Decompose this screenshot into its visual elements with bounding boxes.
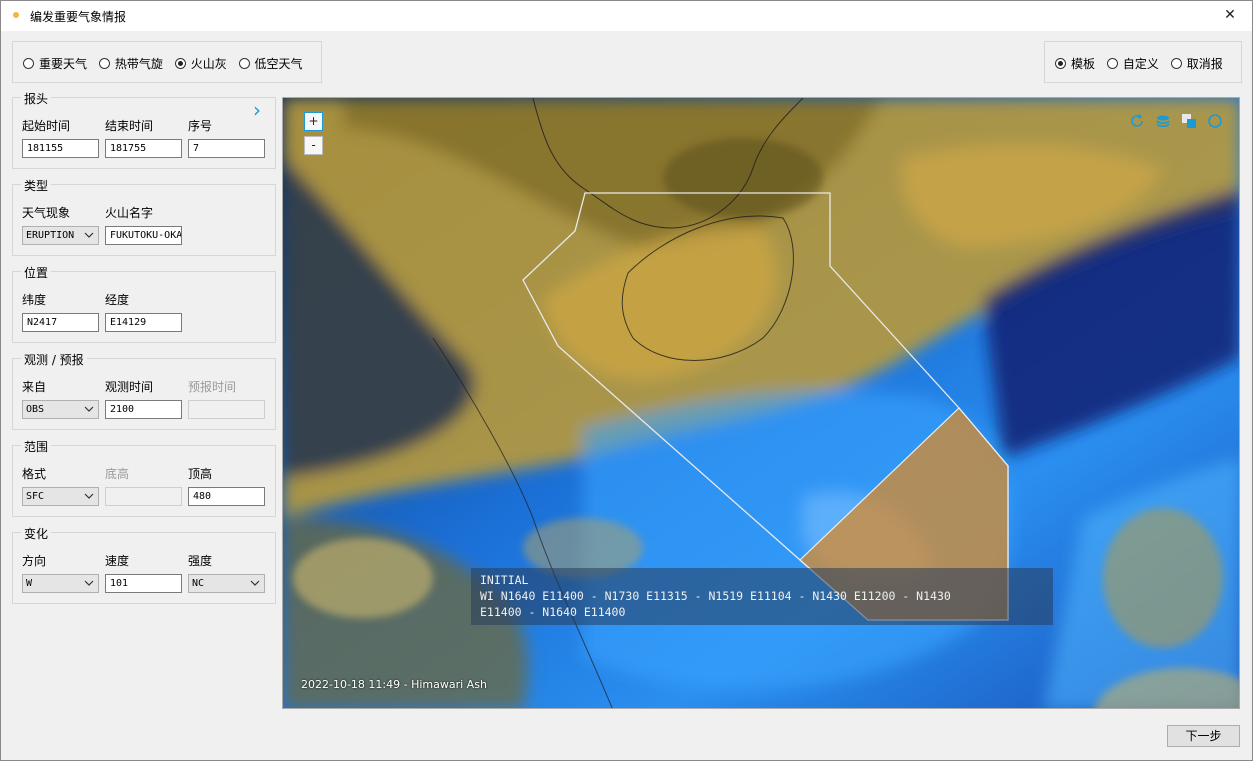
chevron-down-icon: [84, 580, 94, 586]
chevron-down-icon: [250, 580, 260, 586]
zoom-in-button[interactable]: +: [304, 112, 323, 131]
forecast-time-label: 预报时间: [188, 380, 237, 394]
sigmet-info-overlay: INITIAL WI N1640 E11400 - N1730 E11315 -…: [471, 568, 1053, 625]
sequence-label: 序号: [188, 119, 213, 133]
radio-dot: [23, 58, 34, 69]
phenomenon-label: 天气现象: [22, 206, 71, 220]
source-select[interactable]: OBS: [22, 400, 99, 419]
intensity-label: 强度: [188, 554, 213, 568]
zoom-out-button[interactable]: -: [304, 136, 323, 155]
direction-value: W: [26, 578, 33, 589]
radio-volcanic-ash[interactable]: 火山灰: [174, 55, 227, 72]
format-select[interactable]: SFC: [22, 487, 99, 506]
format-label: 格式: [22, 467, 47, 481]
latitude-input[interactable]: N2417: [22, 313, 99, 332]
mode-radio-group: 模板 自定义 取消报: [1044, 41, 1242, 83]
intensity-select[interactable]: NC: [188, 574, 265, 593]
radio-template[interactable]: 模板: [1055, 55, 1095, 72]
format-value: SFC: [26, 491, 45, 502]
radio-dot: [1106, 58, 1118, 69]
radio-dot-selected: [1055, 58, 1066, 69]
refresh-icon[interactable]: [1129, 113, 1145, 129]
copy-icon[interactable]: [1181, 113, 1197, 129]
longitude-label: 经度: [105, 293, 130, 307]
section-legend: 范围: [21, 438, 52, 455]
satellite-map[interactable]: + - INITIAL WI N1640 E11400 - N1730 E113…: [282, 97, 1240, 709]
observation-time-label: 观测时间: [105, 380, 154, 394]
radio-tropical-cyclone[interactable]: 热带气旋: [98, 55, 163, 72]
source-label: 来自: [22, 380, 47, 394]
position-section: 位置 纬度 经度 N2417 E14129: [12, 264, 276, 343]
close-icon[interactable]: ✕: [1207, 0, 1253, 31]
radio-low-level-weather[interactable]: 低空天气: [238, 55, 303, 72]
top-height-input[interactable]: 480: [188, 487, 265, 506]
phenomenon-select[interactable]: ERUPTION: [22, 226, 99, 245]
type-radio-group: 重要天气 热带气旋 火山灰 低空天气: [12, 41, 322, 83]
radio-dot: [238, 58, 250, 69]
volcano-name-label: 火山名字: [105, 206, 154, 220]
chevron-down-icon: [84, 493, 94, 499]
end-time-input[interactable]: 181755: [105, 139, 182, 158]
info-line-1: INITIAL: [480, 573, 529, 587]
radio-dot: [98, 58, 110, 69]
base-height-input: [105, 487, 182, 506]
radio-custom[interactable]: 自定义: [1106, 55, 1159, 72]
section-legend: 位置: [21, 264, 52, 281]
circle-icon[interactable]: [1207, 113, 1223, 129]
speed-label: 速度: [105, 554, 130, 568]
section-legend: 报头: [21, 90, 52, 107]
top-height-label: 顶高: [188, 467, 213, 481]
start-time-label: 起始时间: [22, 119, 71, 133]
latitude-label: 纬度: [22, 293, 47, 307]
header-section: 报头 › 起始时间 结束时间 序号 181155 181755 7: [12, 90, 276, 169]
expand-chevron-icon[interactable]: ›: [253, 100, 261, 120]
imagery-timestamp: 2022-10-18 11:49 - Himawari Ash: [301, 678, 487, 691]
source-value: OBS: [26, 404, 45, 415]
layers-icon[interactable]: [1155, 113, 1171, 129]
change-section: 变化 方向 速度 强度 W 101 NC: [12, 525, 276, 604]
section-legend: 类型: [21, 177, 52, 194]
longitude-input[interactable]: E14129: [105, 313, 182, 332]
direction-label: 方向: [22, 554, 47, 568]
radio-important-weather[interactable]: 重要天气: [23, 55, 87, 72]
range-section: 范围 格式 底高 顶高 SFC 480: [12, 438, 276, 517]
sequence-input[interactable]: 7: [188, 139, 265, 158]
info-line-3: E11400 - N1640 E11400: [480, 605, 626, 619]
speed-input[interactable]: 101: [105, 574, 182, 593]
category-section: 类型 天气现象 火山名字 ERUPTION FUKUTOKU-OKA-NO-BA: [12, 177, 276, 256]
radio-dot-selected: [174, 58, 186, 69]
end-time-label: 结束时间: [105, 119, 154, 133]
start-time-input[interactable]: 181155: [22, 139, 99, 158]
info-line-2: WI N1640 E11400 - N1730 E11315 - N1519 E…: [480, 589, 951, 603]
section-legend: 变化: [21, 525, 52, 542]
chevron-down-icon: [84, 232, 94, 238]
title-bar: 编发重要气象情报 ✕: [0, 0, 1253, 31]
app-logo-icon: [10, 10, 23, 18]
chevron-down-icon: [84, 406, 94, 412]
section-legend: 观测 / 预报: [21, 351, 87, 368]
radio-dot: [1170, 58, 1182, 69]
intensity-value: NC: [192, 578, 205, 589]
base-height-label: 底高: [105, 467, 130, 481]
next-button[interactable]: 下一步: [1167, 725, 1240, 747]
direction-select[interactable]: W: [22, 574, 99, 593]
observation-section: 观测 / 预报 来自 观测时间 预报时间 OBS 2100: [12, 351, 276, 430]
radio-cancel[interactable]: 取消报: [1170, 55, 1223, 72]
forecast-time-input: [188, 400, 265, 419]
observation-time-input[interactable]: 2100: [105, 400, 182, 419]
volcano-name-input[interactable]: FUKUTOKU-OKA-NO-BA: [105, 226, 182, 245]
window-title: 编发重要气象情报: [30, 10, 127, 24]
phenomenon-value: ERUPTION: [26, 230, 75, 241]
